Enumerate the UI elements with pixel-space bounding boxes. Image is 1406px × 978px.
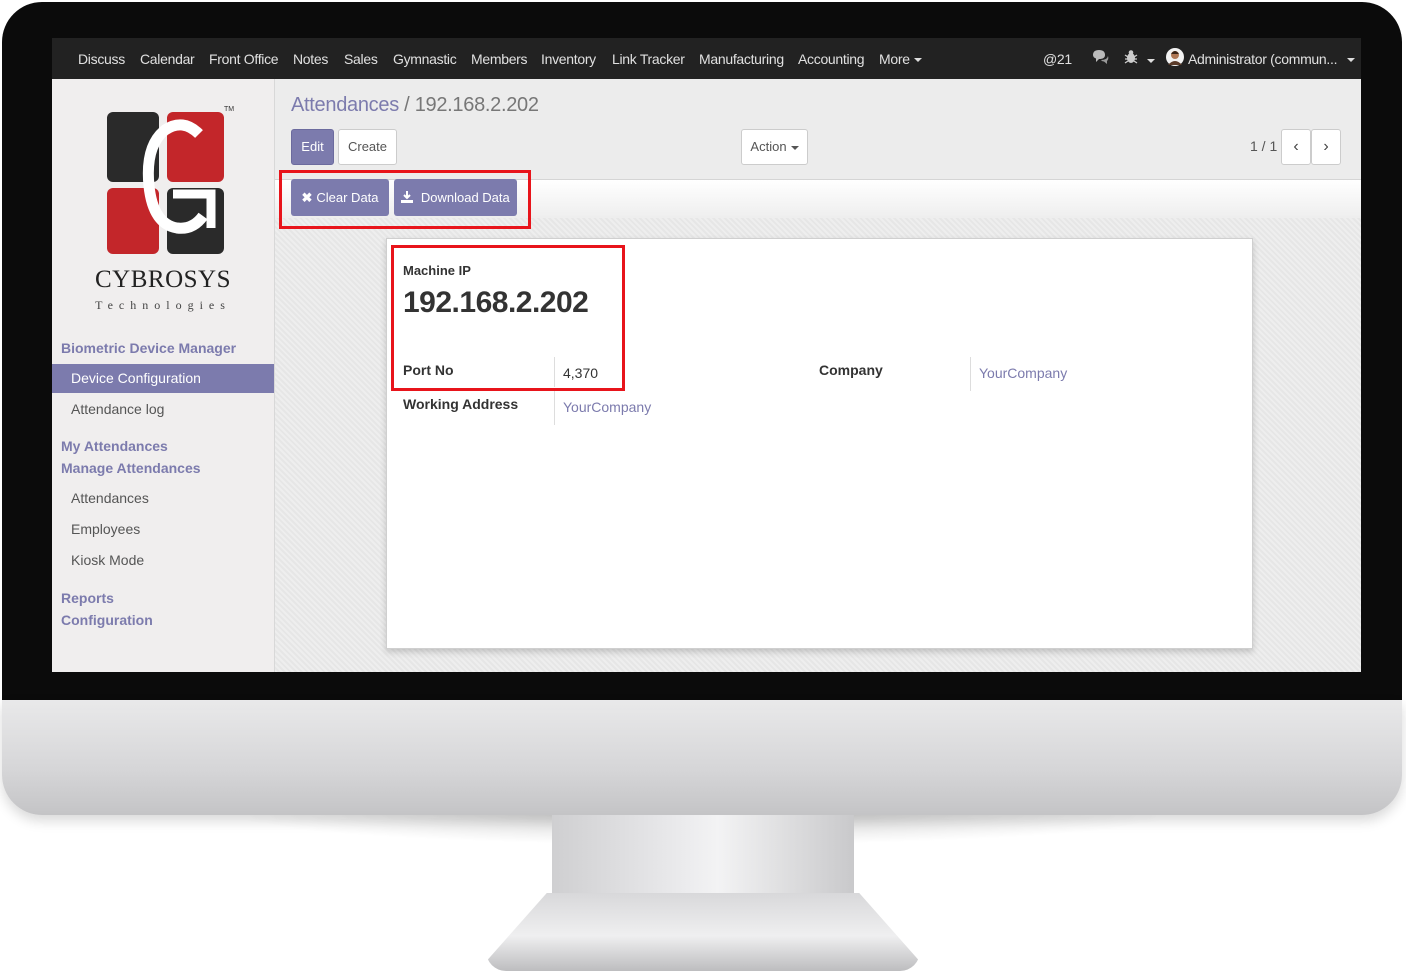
edit-button[interactable]: Edit bbox=[291, 129, 334, 165]
user-name: Administrator (commun... bbox=[1188, 51, 1338, 67]
pager-counter: 1 / 1 bbox=[1250, 138, 1278, 154]
breadcrumb: Attendances / 192.168.2.202 bbox=[291, 94, 539, 117]
chat-icon[interactable] bbox=[1092, 49, 1110, 68]
highlight-box-buttons bbox=[279, 170, 531, 229]
company-link[interactable]: YourCompany bbox=[979, 365, 1067, 381]
sidebar-section-reports[interactable]: Reports bbox=[61, 590, 114, 606]
menu-members[interactable]: Members bbox=[471, 51, 528, 67]
breadcrumb-current: 192.168.2.202 bbox=[414, 94, 539, 116]
menu-more-label: More bbox=[879, 51, 910, 67]
menu-gymnastic[interactable]: Gymnastic bbox=[393, 51, 457, 67]
sidebar: TM CYBROSYS Technologies Biometric Devic… bbox=[52, 79, 275, 672]
top-navbar: Discuss Calendar Front Office Notes Sale… bbox=[52, 38, 1361, 79]
sidebar-section-manage-attendances[interactable]: Manage Attendances bbox=[61, 460, 201, 476]
sidebar-section-my-attendances[interactable]: My Attendances bbox=[61, 438, 168, 454]
chevron-down-icon bbox=[790, 145, 799, 150]
debug-bug-icon[interactable] bbox=[1123, 49, 1155, 68]
working-address-link[interactable]: YourCompany bbox=[563, 399, 651, 415]
monitor-chin bbox=[2, 700, 1402, 815]
menu-manufacturing[interactable]: Manufacturing bbox=[699, 51, 784, 67]
sidebar-section-biometric[interactable]: Biometric Device Manager bbox=[61, 340, 236, 356]
menu-link-tracker[interactable]: Link Tracker bbox=[612, 51, 685, 67]
menu-sales[interactable]: Sales bbox=[344, 51, 378, 67]
cybrosys-logo-icon bbox=[107, 112, 224, 254]
mentions-counter[interactable]: @21 bbox=[1043, 51, 1072, 67]
highlight-box-fields bbox=[391, 245, 625, 391]
menu-calendar[interactable]: Calendar bbox=[140, 51, 195, 67]
sidebar-section-configuration[interactable]: Configuration bbox=[61, 612, 153, 628]
sidebar-item-employees[interactable]: Employees bbox=[71, 521, 140, 537]
working-address-label: Working Address bbox=[403, 396, 519, 412]
breadcrumb-parent-link[interactable]: Attendances bbox=[291, 94, 399, 116]
brand-subtitle: Technologies bbox=[95, 298, 231, 312]
user-avatar[interactable] bbox=[1166, 47, 1184, 70]
screen: Discuss Calendar Front Office Notes Sale… bbox=[52, 38, 1361, 672]
create-button[interactable]: Create bbox=[338, 129, 397, 165]
sidebar-item-attendances[interactable]: Attendances bbox=[71, 490, 149, 506]
menu-front-office[interactable]: Front Office bbox=[209, 51, 279, 67]
trademark-mark: TM bbox=[224, 106, 235, 113]
monitor-stand-base bbox=[486, 893, 920, 971]
sidebar-item-kiosk-mode[interactable]: Kiosk Mode bbox=[71, 552, 144, 568]
brand-name: CYBROSYS bbox=[95, 266, 231, 293]
menu-notes[interactable]: Notes bbox=[293, 51, 328, 67]
sidebar-item-attendance-log[interactable]: Attendance log bbox=[71, 401, 164, 417]
chevron-right-icon: › bbox=[1323, 138, 1329, 155]
field-divider bbox=[970, 357, 971, 391]
chevron-down-icon bbox=[913, 58, 922, 63]
menu-discuss[interactable]: Discuss bbox=[78, 51, 125, 67]
chevron-left-icon: ‹ bbox=[1293, 138, 1299, 155]
menu-accounting[interactable]: Accounting bbox=[798, 51, 865, 67]
pager-previous-button[interactable]: ‹ bbox=[1281, 129, 1311, 165]
menu-inventory[interactable]: Inventory bbox=[541, 51, 596, 67]
action-dropdown-button[interactable]: Action bbox=[741, 129, 808, 165]
menu-more[interactable]: More bbox=[879, 51, 922, 67]
user-menu[interactable]: Administrator (commun... bbox=[1188, 51, 1356, 67]
pager-next-button[interactable]: › bbox=[1311, 129, 1341, 165]
monitor-stand-neck bbox=[552, 815, 854, 895]
action-label: Action bbox=[750, 139, 787, 154]
sidebar-item-device-configuration[interactable]: Device Configuration bbox=[52, 364, 274, 393]
sidebar-item-label: Device Configuration bbox=[71, 370, 201, 386]
field-divider bbox=[554, 391, 555, 425]
company-label: Company bbox=[819, 362, 883, 378]
chevron-down-icon bbox=[1347, 58, 1356, 63]
breadcrumb-separator: / bbox=[404, 94, 410, 116]
chevron-down-icon bbox=[1146, 59, 1155, 64]
